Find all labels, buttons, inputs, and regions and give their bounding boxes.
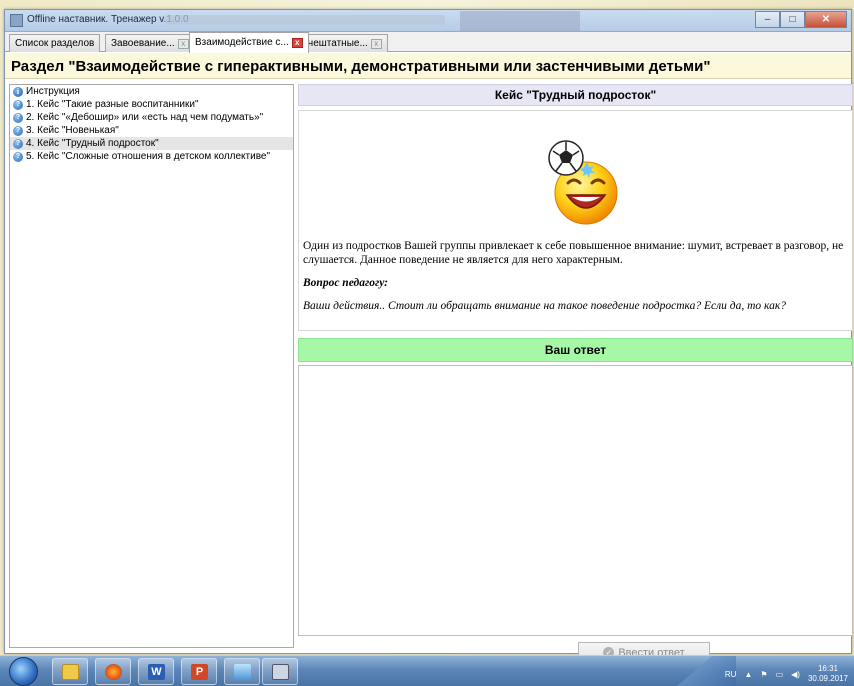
tree-item-label: 4. Кейс "Трудный подросток" [26,138,159,149]
control-panel-icon [234,664,251,680]
question-icon: ? [13,151,23,162]
answer-header: Ваш ответ [298,338,853,362]
word-icon: W [148,664,165,680]
blurred-title-area [460,11,580,31]
tab-section-list[interactable]: Список разделов [9,34,101,52]
tab-emergency[interactable]: Внештатные... x [295,34,388,52]
minimize-button[interactable]: – [755,11,780,28]
close-button[interactable]: ✕ [805,11,847,28]
info-icon: i [13,86,23,97]
network-icon[interactable]: ⚑ [760,670,767,679]
display-icon[interactable]: ▭ [776,670,784,679]
close-icon[interactable]: x [177,38,189,49]
start-button[interactable] [9,657,38,686]
question-icon: ? [13,99,23,110]
app-window: Offline наставник. Тренажер v.1.0.0 – □ … [4,9,853,663]
question-label: Вопрос педагогу: [303,277,388,289]
question-icon: ? [13,138,23,149]
close-icon[interactable]: x [370,38,382,49]
case-description: Один из подростков Вашей группы привлека… [303,240,844,266]
tree-item-label: 2. Кейс "«Дебошир» или «есть над чем под… [26,112,264,123]
tree-item-case-5[interactable]: ? 5. Кейс "Сложные отношения в детском к… [10,150,293,163]
taskbar-trainer[interactable] [262,658,298,685]
taskbar-control-panel[interactable] [224,658,260,685]
clock[interactable]: 16:31 30.09.2017 [808,664,848,684]
tree-item-case-3[interactable]: ? 3. Кейс "Новенькая" [10,124,293,137]
blurred-title-area [165,15,445,25]
folder-icon [62,664,79,680]
taskbar: W P RU ▲ ⚑ ▭ ◀) 16:31 30.09.2017 [0,655,854,686]
title-bar[interactable]: Offline наставник. Тренажер v.1.0.0 – □ … [5,10,851,32]
tab-conquest[interactable]: Завоевание... x [105,34,195,52]
laughing-smiley-icon [540,131,620,229]
tree-item-label: 5. Кейс "Сложные отношения в детском кол… [26,151,271,162]
tree-item-label: 1. Кейс "Такие разные воспитанники" [26,99,199,110]
tab-interaction[interactable]: Взаимодействие с... x [189,32,309,53]
tab-label: Список разделов [15,37,95,49]
clock-date: 30.09.2017 [807,674,848,683]
tab-bar: Список разделов Завоевание... x Взаимоде… [5,32,851,53]
tree-item-case-2[interactable]: ? 2. Кейс "«Дебошир» или «есть над чем п… [10,111,293,124]
taskbar-explorer[interactable] [52,658,88,685]
firefox-icon [105,664,122,680]
system-tray: RU ▲ ⚑ ▭ ◀) 16:31 30.09.2017 [725,664,848,684]
tree-item-case-1[interactable]: ? 1. Кейс "Такие разные воспитанники" [10,98,293,111]
case-content: Один из подростков Вашей группы привлека… [298,110,853,331]
case-tree: i Инструкция ? 1. Кейс "Такие разные вос… [9,84,294,648]
tree-item-label: 3. Кейс "Новенькая" [26,125,119,136]
window-controls: – □ ✕ [755,11,847,28]
tab-label: Завоевание... [111,37,175,49]
tab-label: Взаимодействие с... [195,37,289,48]
app-icon [10,14,23,27]
case-text: Один из подростков Вашей группы привлека… [303,239,851,322]
clock-time: 16:31 [817,664,838,673]
taskbar-word[interactable]: W [138,658,174,685]
question-text: Ваши действия.. Стоит ли обращать вниман… [303,300,786,312]
taskbar-powerpoint[interactable]: P [181,658,217,685]
tree-item-label: Инструкция [26,86,80,97]
tree-item-case-4[interactable]: ? 4. Кейс "Трудный подросток" [10,137,293,150]
section-title: Раздел "Взаимодействие с гиперактивными,… [5,53,851,79]
maximize-button[interactable]: □ [780,11,805,28]
language-indicator[interactable]: RU [725,670,737,679]
taskbar-firefox[interactable] [95,658,131,685]
tab-label: Внештатные... [301,37,368,49]
question-icon: ? [13,112,23,123]
volume-icon[interactable]: ◀) [791,670,800,679]
trainer-app-icon [272,664,289,680]
question-icon: ? [13,125,23,136]
powerpoint-icon: P [191,664,208,680]
case-title: Кейс "Трудный подросток" [298,84,853,106]
answer-input[interactable] [298,365,853,636]
show-hidden-icons-icon[interactable]: ▲ [744,670,752,679]
tree-item-instruction[interactable]: i Инструкция [10,85,293,98]
close-icon[interactable]: x [291,38,303,48]
